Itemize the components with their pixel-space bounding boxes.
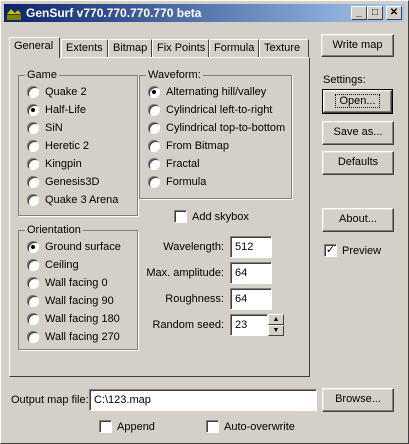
open-settings-button[interactable]: Open... — [322, 89, 393, 114]
radio-button-icon — [148, 176, 160, 188]
settings-label: Settings: — [323, 74, 366, 86]
random-seed-label: Random seed: — [152, 319, 224, 331]
radio-button-icon — [27, 158, 39, 170]
checkbox-icon — [99, 420, 112, 433]
max-amplitude-label: Max. amplitude: — [146, 267, 224, 279]
waveform-group: Waveform: Alternating hill/valley Cylind… — [139, 68, 292, 199]
radio-button-selected-icon — [27, 241, 39, 253]
radio-button-icon — [27, 194, 39, 206]
radio-button-icon — [27, 140, 39, 152]
close-icon: ✕ — [389, 7, 399, 18]
tab-texture[interactable]: Texture — [259, 39, 309, 57]
auto-overwrite-checkbox[interactable]: Auto-overwrite — [206, 419, 306, 435]
save-as-button[interactable]: Save as... — [322, 121, 394, 145]
orientation-group-label: Orientation — [25, 223, 83, 237]
add-skybox-checkbox[interactable]: Add skybox — [174, 209, 284, 225]
append-checkbox[interactable]: Append — [99, 419, 169, 435]
game-group-label: Game — [25, 68, 59, 82]
arrow-down-icon: ▼ — [272, 327, 280, 334]
close-button[interactable]: ✕ — [386, 6, 402, 20]
radio-button-icon — [27, 259, 39, 271]
checkbox-icon — [174, 210, 187, 223]
maximize-button[interactable]: □ — [367, 6, 383, 20]
radio-button-icon — [27, 331, 39, 343]
radio-button-icon — [27, 122, 39, 134]
output-map-file-input[interactable]: C:\123.map — [89, 389, 317, 411]
radio-button-icon — [27, 86, 39, 98]
radio-button-selected-icon — [148, 86, 160, 98]
spin-down-button[interactable]: ▼ — [268, 325, 284, 336]
tab-general[interactable]: General — [9, 37, 60, 58]
preview-checkbox[interactable]: ✓ Preview — [324, 243, 394, 259]
maximize-icon: □ — [371, 7, 379, 18]
write-map-button[interactable]: Write map — [321, 34, 394, 57]
radio-button-icon — [148, 122, 160, 134]
minimize-icon: _ — [356, 7, 362, 18]
radio-button-icon — [27, 295, 39, 307]
tab-fix-points[interactable]: Fix Points — [152, 39, 209, 57]
gensurf-window: GenSurf v770.770.770.770 beta _ □ ✕ Gene… — [0, 0, 409, 444]
random-seed-input[interactable]: 23 — [230, 314, 268, 336]
orientation-group: Orientation Ground surface Ceiling Wall … — [18, 223, 138, 350]
radio-button-icon — [148, 140, 160, 152]
tab-formula[interactable]: Formula — [209, 39, 259, 57]
checkbox-icon — [206, 420, 219, 433]
waveform-group-label: Waveform: — [146, 68, 203, 82]
checkbox-checked-icon: ✓ — [324, 244, 337, 257]
browse-button[interactable]: Browse... — [322, 388, 394, 412]
radio-button-icon — [148, 158, 160, 170]
radio-button-selected-icon — [27, 104, 39, 116]
wavelength-input[interactable]: 512 — [230, 236, 272, 258]
max-amplitude-input[interactable]: 64 — [230, 262, 272, 284]
tab-extents[interactable]: Extents — [61, 39, 108, 57]
output-map-file-label: Output map file: — [11, 394, 89, 406]
window-title: GenSurf v770.770.770.770 beta — [26, 6, 202, 20]
about-button[interactable]: About... — [322, 208, 394, 232]
radio-button-icon — [27, 313, 39, 325]
defaults-button[interactable]: Defaults — [322, 151, 394, 175]
general-tab-panel: Game Quake 2 Half-Life SiN Heretic 2 Kin… — [9, 57, 310, 377]
arrow-up-icon: ▲ — [272, 316, 280, 323]
random-seed-spinner: ▲ ▼ — [268, 314, 284, 336]
tab-bitmap[interactable]: Bitmap — [108, 39, 152, 57]
radio-button-icon — [27, 277, 39, 289]
radio-button-icon — [148, 104, 160, 116]
minimize-button[interactable]: _ — [351, 6, 367, 20]
wavelength-label: Wavelength: — [163, 241, 224, 253]
radio-button-icon — [27, 176, 39, 188]
app-icon — [7, 9, 21, 20]
roughness-label: Roughness: — [165, 293, 224, 305]
spin-up-button[interactable]: ▲ — [268, 314, 284, 325]
roughness-input[interactable]: 64 — [230, 288, 272, 310]
title-bar[interactable]: GenSurf v770.770.770.770 beta _ □ ✕ — [4, 4, 405, 22]
game-group: Game Quake 2 Half-Life SiN Heretic 2 Kin… — [18, 68, 138, 216]
